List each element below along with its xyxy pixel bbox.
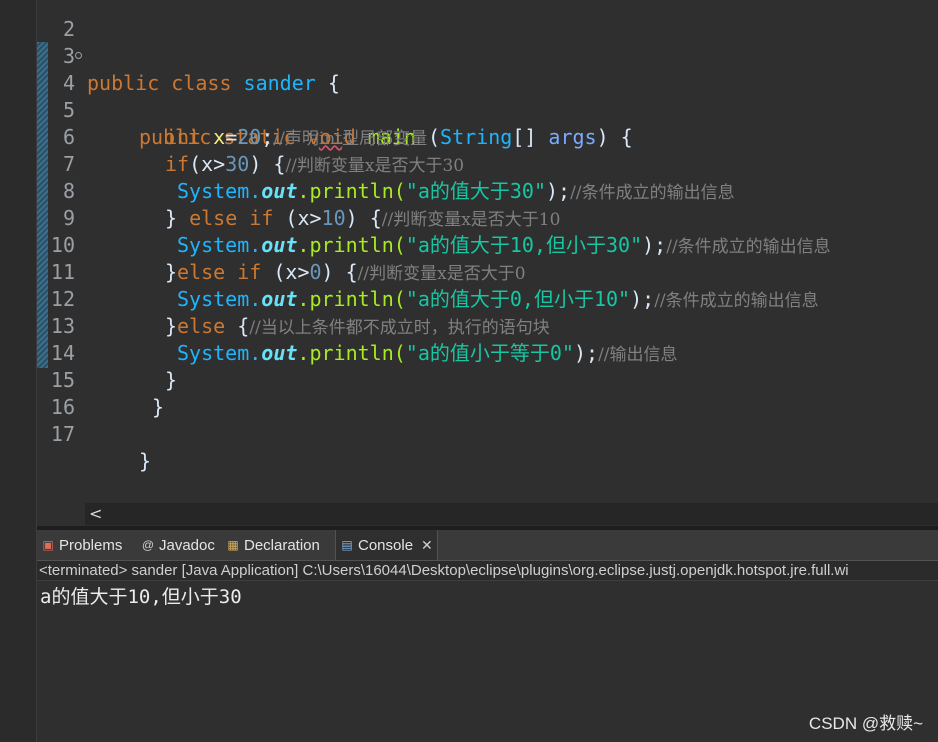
tab-label: Console: [358, 536, 414, 554]
code-line: 17 }: [37, 394, 938, 473]
console-icon: ▤: [341, 538, 353, 552]
code-text: }: [139, 449, 152, 473]
tab-declaration[interactable]: ▦ Declaration: [222, 530, 324, 560]
code-line: 7 System.out.println("a的值大于30");//条件成立的输…: [37, 124, 938, 203]
javadoc-icon: @: [141, 538, 155, 552]
panel-tab-bar: ▣ Problems @ Javadoc ▦ Declaration ▤ Con…: [37, 530, 938, 561]
code-line: 4 public static void main (String[] args…: [37, 43, 938, 149]
close-icon[interactable]: ✕: [421, 537, 433, 554]
code-line: 11 System.out.println("a的值大于0,但小于10");//…: [37, 232, 938, 311]
code-line: 16: [37, 367, 938, 419]
code-line: 9 System.out.println("a的值大于10,但小于30");//…: [37, 178, 938, 257]
fold-icon[interactable]: [75, 52, 82, 59]
tab-javadoc[interactable]: @ Javadoc: [137, 530, 219, 560]
code-line: 10 }else if (x>0) {//判断变量x是否大于0: [37, 205, 938, 284]
code-line: 6 if(x>30) {//判断变量x是否大于30: [37, 97, 938, 176]
code-line: 14 }: [37, 313, 938, 392]
tab-label: Problems: [59, 536, 123, 554]
code-line: 12 }else {//当以上条件都不成立时，执行的语句块: [37, 259, 938, 338]
code-line: 8 } else if (x>10) {//判断变量x是否大于10: [37, 151, 938, 230]
console-status: <terminated> sander [Java Application] C…: [37, 561, 938, 581]
tab-console[interactable]: ▤ Console ✕: [335, 530, 438, 560]
watermark: CSDN @救赎~: [808, 714, 923, 733]
declaration-icon: ▦: [227, 538, 239, 552]
left-rail: [0, 0, 37, 742]
console-output[interactable]: a的值大于10,但小于30: [37, 582, 938, 742]
line-number: 17: [50, 422, 75, 446]
scroll-left-icon[interactable]: <: [89, 503, 102, 525]
tab-label: Declaration: [244, 536, 320, 554]
code-line: 15 }: [37, 340, 938, 419]
code-editor[interactable]: 2 3 public class sander { 4 public stati…: [37, 0, 938, 528]
problems-icon: ▣: [42, 538, 54, 552]
tab-problems[interactable]: ▣ Problems: [37, 530, 126, 560]
code-line: 3 public class sander {: [37, 16, 938, 95]
code-line: 13 System.out.println("a的值小于等于0");//输出信息: [37, 286, 938, 365]
tab-label: Javadoc: [159, 536, 215, 554]
code-line: 5 int x=20;//声明int型局部变量: [37, 70, 938, 149]
console-line: a的值大于10,但小于30: [40, 586, 242, 608]
code-line: 2: [37, 0, 938, 41]
horizontal-scrollbar[interactable]: <: [85, 503, 938, 525]
